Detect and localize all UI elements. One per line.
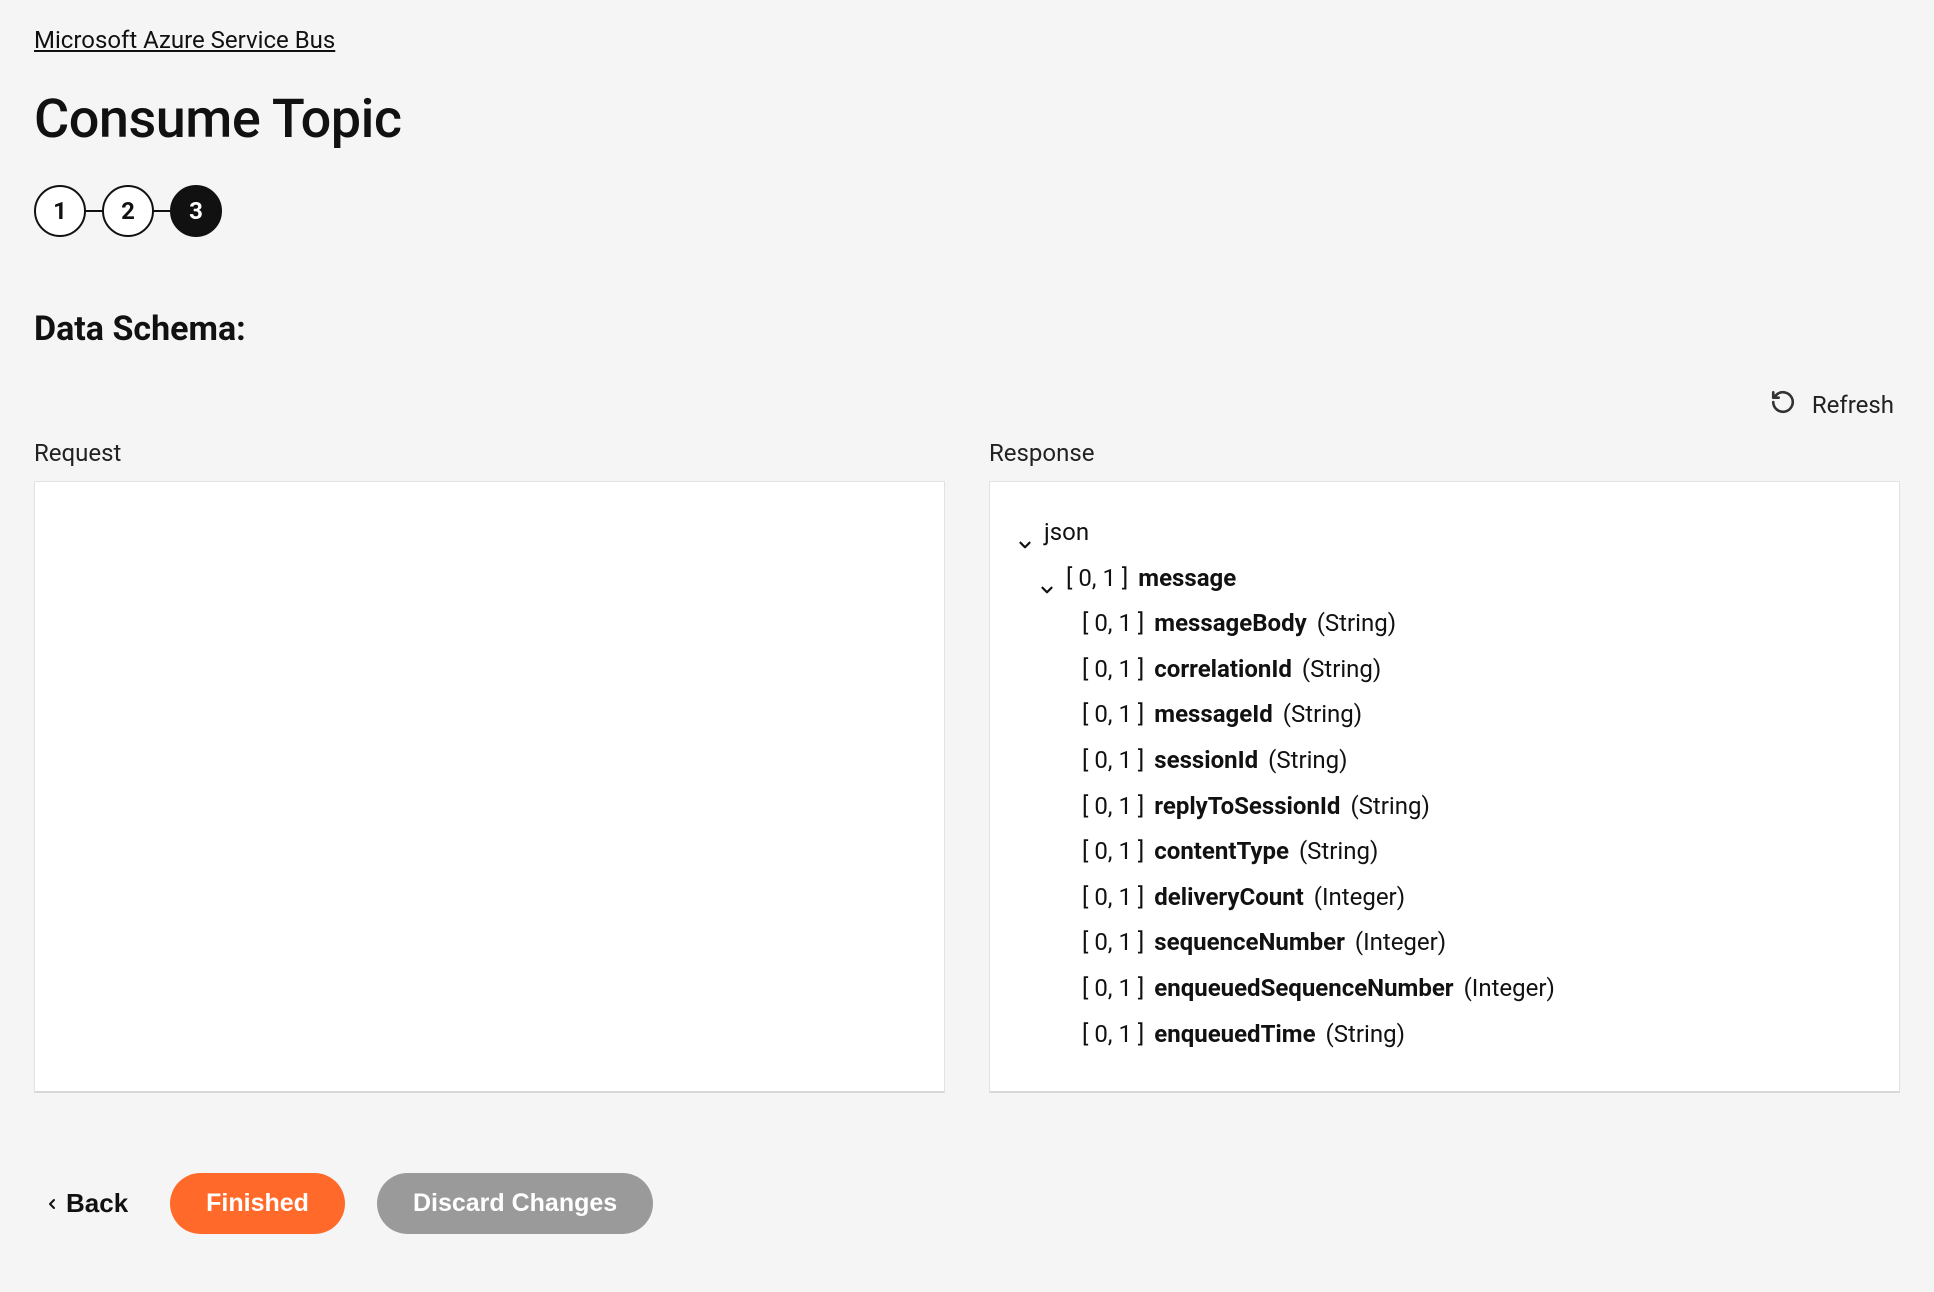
refresh-icon: [1770, 389, 1796, 421]
tree-node-name: enqueuedTime: [1154, 1012, 1315, 1058]
tree-node-name: sequenceNumber: [1154, 920, 1345, 966]
tree-node-name: sessionId: [1154, 738, 1258, 784]
tree-node-type: (String): [1283, 692, 1362, 738]
response-panel: json [ 0, 1 ] message [ 0, 1 ]messageBod…: [989, 481, 1900, 1093]
chevron-down-icon: [1016, 524, 1034, 542]
breadcrumb-link[interactable]: Microsoft Azure Service Bus: [34, 26, 335, 54]
tree-node-name: message: [1138, 556, 1236, 602]
section-heading: Data Schema:: [34, 309, 1900, 349]
tree-node-name: contentType: [1154, 829, 1289, 875]
step-connector: [154, 210, 170, 212]
tree-node-cardinality: [ 0, 1 ]: [1082, 647, 1144, 693]
step-connector: [86, 210, 102, 212]
tree-node-name: correlationId: [1154, 647, 1292, 693]
tree-node-cardinality: [ 0, 1 ]: [1082, 966, 1144, 1012]
tree-leaf[interactable]: [ 0, 1 ]enqueuedSequenceNumber(Integer): [1016, 966, 1873, 1012]
tree-node-cardinality: [ 0, 1 ]: [1082, 738, 1144, 784]
tree-leaf[interactable]: [ 0, 1 ]deliveryCount(Integer): [1016, 875, 1873, 921]
tree-node-message[interactable]: [ 0, 1 ] message: [1016, 556, 1873, 602]
tree-node-type: (String): [1299, 829, 1378, 875]
tree-node-cardinality: [ 0, 1 ]: [1082, 1012, 1144, 1058]
tree-leaf[interactable]: [ 0, 1 ]messageId(String): [1016, 692, 1873, 738]
tree-node-label: json: [1044, 510, 1089, 556]
refresh-label: Refresh: [1812, 391, 1894, 419]
refresh-button[interactable]: Refresh: [34, 389, 1900, 421]
tree-node-type: (String): [1326, 1012, 1405, 1058]
tree-node-cardinality: [ 0, 1 ]: [1066, 556, 1128, 602]
tree-node-cardinality: [ 0, 1 ]: [1082, 784, 1144, 830]
tree-node-name: deliveryCount: [1154, 875, 1303, 921]
request-label: Request: [34, 439, 945, 467]
tree-leaf[interactable]: [ 0, 1 ]sequenceNumber(Integer): [1016, 920, 1873, 966]
discard-button[interactable]: Discard Changes: [377, 1173, 653, 1234]
back-label: Back: [66, 1188, 128, 1219]
page-title: Consume Topic: [34, 88, 1900, 151]
tree-leaf[interactable]: [ 0, 1 ]sessionId(String): [1016, 738, 1873, 784]
back-button[interactable]: Back: [34, 1180, 138, 1227]
tree-leaf[interactable]: [ 0, 1 ]replyToSessionId(String): [1016, 784, 1873, 830]
tree-node-json[interactable]: json: [1016, 510, 1873, 556]
tree-leaf[interactable]: [ 0, 1 ]messageBody(String): [1016, 601, 1873, 647]
chevron-down-icon: [1038, 569, 1056, 587]
tree-node-type: (String): [1268, 738, 1347, 784]
tree-node-type: (String): [1350, 784, 1429, 830]
tree-leaf[interactable]: [ 0, 1 ]enqueuedTime(String): [1016, 1012, 1873, 1058]
tree-node-cardinality: [ 0, 1 ]: [1082, 829, 1144, 875]
finished-button[interactable]: Finished: [170, 1173, 345, 1234]
tree-node-type: (Integer): [1314, 875, 1405, 921]
step-2[interactable]: 2: [102, 185, 154, 237]
tree-node-type: (String): [1317, 601, 1396, 647]
chevron-left-icon: [44, 1188, 60, 1219]
tree-node-name: enqueuedSequenceNumber: [1154, 966, 1453, 1012]
stepper: 1 2 3: [34, 185, 1900, 237]
tree-node-type: (Integer): [1355, 920, 1446, 966]
step-1[interactable]: 1: [34, 185, 86, 237]
tree-node-name: messageId: [1154, 692, 1272, 738]
tree-node-name: replyToSessionId: [1154, 784, 1340, 830]
tree-node-name: messageBody: [1154, 601, 1306, 647]
tree-node-cardinality: [ 0, 1 ]: [1082, 601, 1144, 647]
tree-node-cardinality: [ 0, 1 ]: [1082, 692, 1144, 738]
tree-node-type: (String): [1302, 647, 1381, 693]
step-3[interactable]: 3: [170, 185, 222, 237]
request-panel: [34, 481, 945, 1093]
tree-node-cardinality: [ 0, 1 ]: [1082, 920, 1144, 966]
tree-node-type: (Integer): [1464, 966, 1555, 1012]
tree-node-cardinality: [ 0, 1 ]: [1082, 875, 1144, 921]
tree-leaf[interactable]: [ 0, 1 ]contentType(String): [1016, 829, 1873, 875]
response-label: Response: [989, 439, 1900, 467]
tree-leaf[interactable]: [ 0, 1 ]correlationId(String): [1016, 647, 1873, 693]
